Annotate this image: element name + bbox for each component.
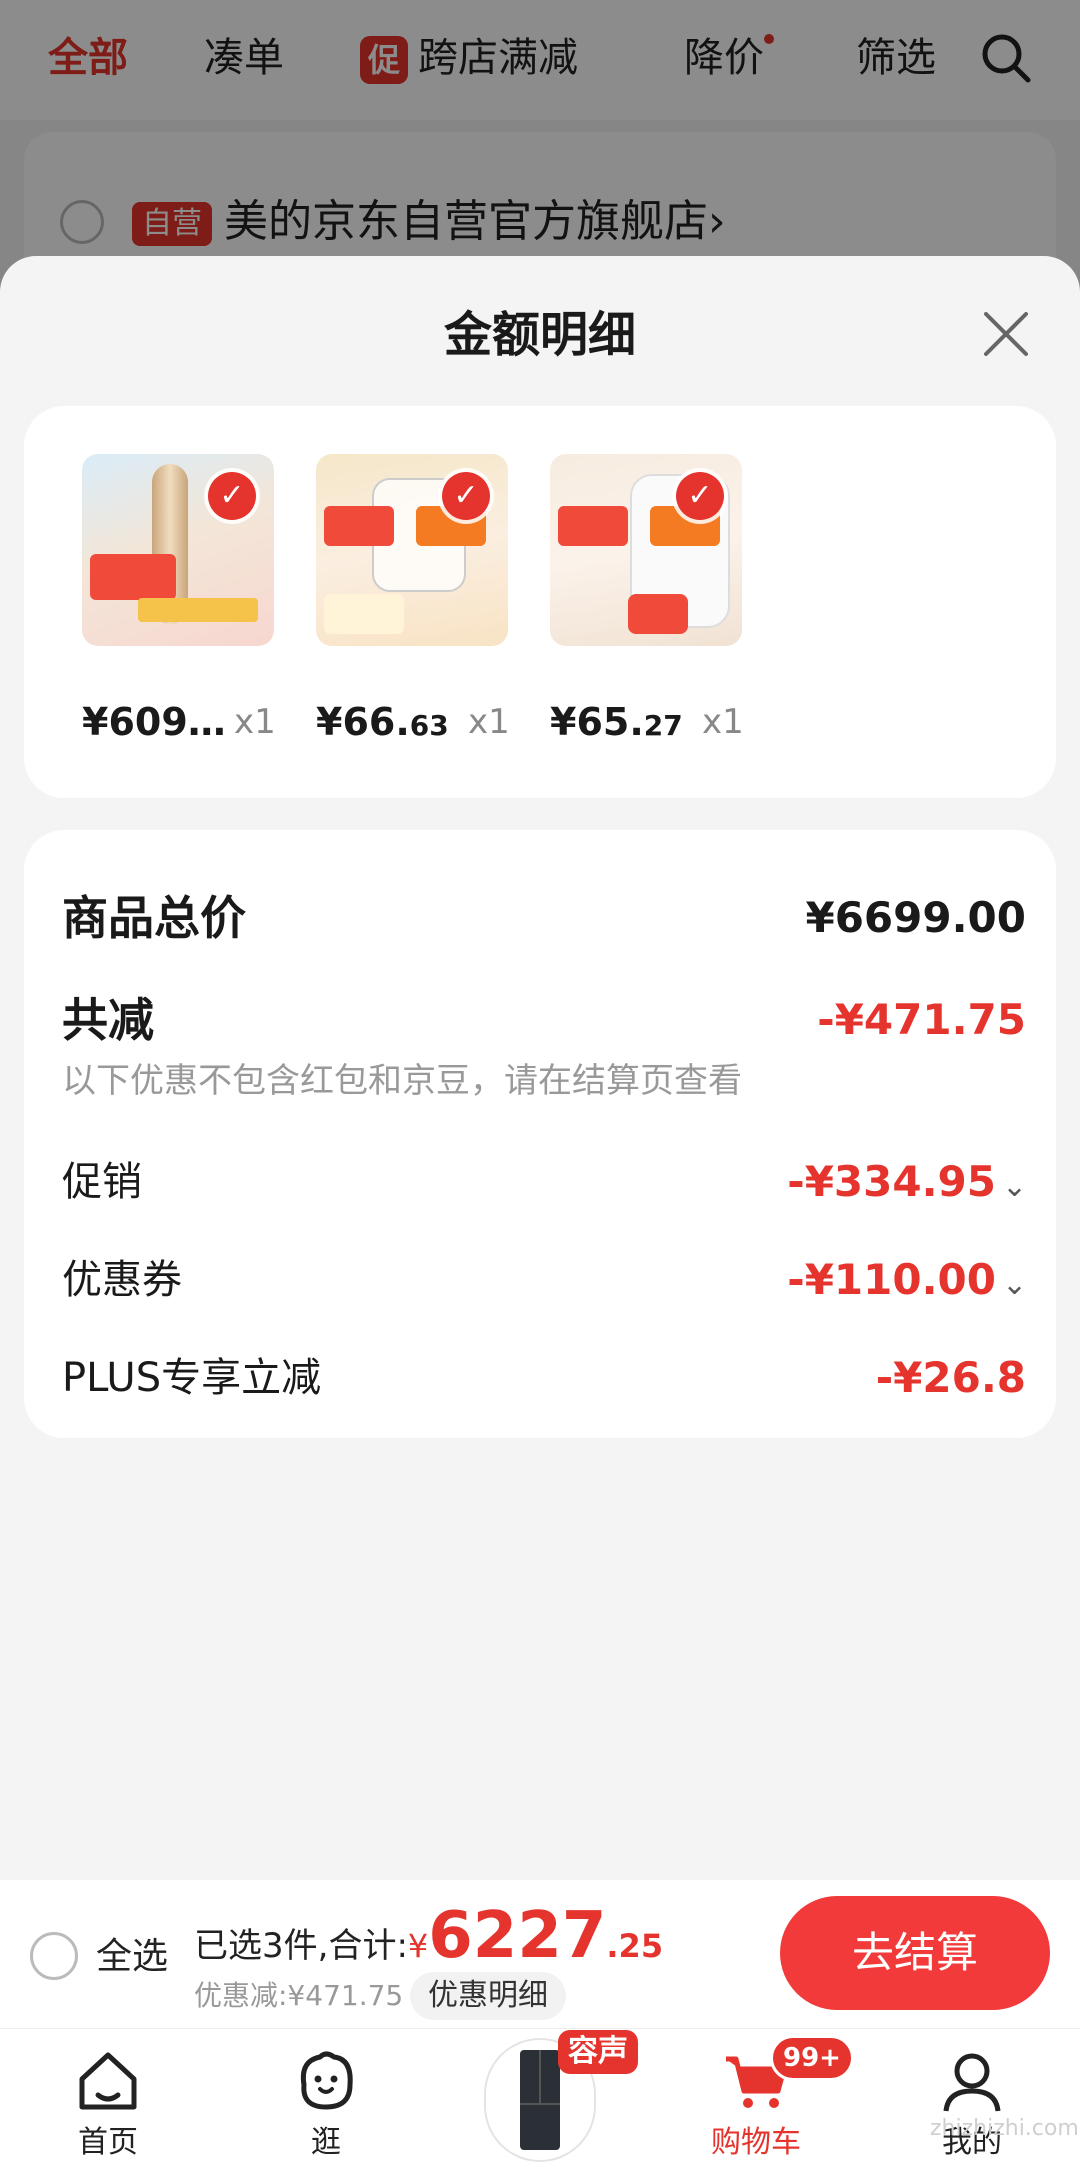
checkout-button[interactable]: 去结算 <box>780 1896 1050 2010</box>
promo-value: -¥334.95 ⌄ <box>787 1152 1028 1217</box>
selected-check-icon: ✓ <box>208 472 256 520</box>
product-item[interactable]: ✓ ¥66.63 x1 <box>316 454 516 744</box>
select-all-radio[interactable] <box>30 1932 78 1980</box>
product-item[interactable]: ✓ ¥609… x1 <box>82 454 282 744</box>
checkout-bar: 全选 已选3件,合计:¥6227.25 优惠减:¥471.75 优惠明细 去结算 <box>0 1880 1080 2028</box>
total-price-value: ¥6699.00 <box>805 893 1026 942</box>
amount-card: 商品总价 ¥6699.00 共减 -¥471.75 以下优惠不包含红包和京豆，请… <box>24 830 1056 1438</box>
discount-detail-button[interactable]: 优惠明细 <box>410 1972 566 2020</box>
discount-summary: 优惠减:¥471.75 <box>194 1979 404 2012</box>
product-price: ¥66.63 <box>316 700 449 744</box>
close-icon[interactable] <box>978 306 1034 362</box>
cart-count-badge: 99+ <box>770 2035 854 2081</box>
selected-check-icon: ✓ <box>676 472 724 520</box>
chevron-down-icon: ⌄ <box>1002 1267 1028 1302</box>
product-quantity: x1 <box>468 702 510 742</box>
nav-me[interactable]: 我的 <box>902 2045 1042 2165</box>
product-image: ✓ <box>316 454 508 646</box>
nav-cart[interactable]: 99+ 购物车 <box>686 2035 854 2165</box>
browse-face-icon <box>300 2051 353 2110</box>
coupon-label: 优惠券 <box>62 1257 182 1303</box>
product-image: ✓ <box>550 454 742 646</box>
product-image: ✓ <box>82 454 274 646</box>
product-quantity: x1 <box>234 702 276 742</box>
plus-discount-value: -¥26.8 <box>875 1353 1026 1402</box>
sheet-title: 金额明细 <box>443 307 636 363</box>
user-icon <box>943 2053 1001 2112</box>
selected-check-icon: ✓ <box>442 472 490 520</box>
promo-brand-tag: 容声 <box>558 2030 638 2074</box>
select-all-label[interactable]: 全选 <box>96 1930 168 1984</box>
coupon-value: -¥110.00 ⌄ <box>787 1250 1028 1315</box>
watermark: zhizhizhi.com <box>930 2116 1079 2141</box>
total-price-label: 商品总价 <box>62 891 246 945</box>
nav-browse[interactable]: 逛 <box>256 2045 396 2165</box>
promo-label: 促销 <box>62 1159 142 1205</box>
total-reduce-label: 共减 <box>62 993 154 1047</box>
product-price: ¥609… <box>82 700 226 744</box>
product-quantity: x1 <box>702 702 744 742</box>
nav-browse-label: 逛 <box>311 2125 341 2160</box>
plus-discount-label: PLUS专享立减 <box>62 1355 322 1401</box>
home-icon <box>79 2052 137 2110</box>
product-item[interactable]: ✓ ¥65.27 x1 <box>550 454 750 744</box>
nav-home[interactable]: 首页 <box>38 2045 178 2165</box>
products-card: ✓ ¥609… x1 ✓ ¥66.63 x1 ✓ ¥65.27 x1 <box>24 406 1056 798</box>
product-price: ¥65.27 <box>550 700 683 744</box>
total-amount: ¥6227.25 <box>407 1899 664 1973</box>
discount-note: 以下优惠不包含红包和京豆，请在结算页查看 <box>62 1061 742 1101</box>
selected-count: 已选3件,合计: <box>194 1926 408 1966</box>
selected-summary: 已选3件,合计:¥6227.25 <box>194 1899 664 1974</box>
chevron-down-icon: ⌄ <box>1002 1169 1028 1204</box>
nav-home-label: 首页 <box>78 2125 138 2160</box>
total-reduce-value: -¥471.75 <box>817 995 1026 1044</box>
nav-cart-label: 购物车 <box>711 2125 801 2160</box>
